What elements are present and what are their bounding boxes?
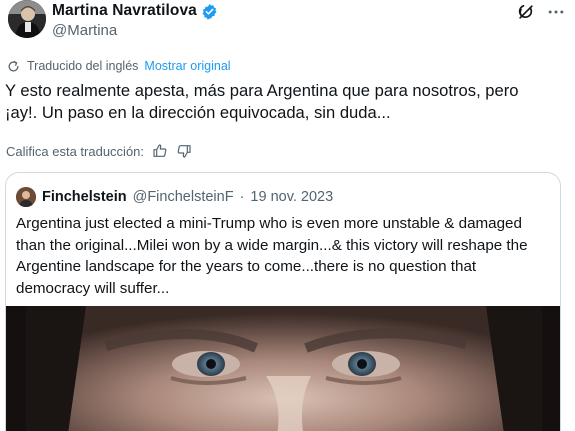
more-options-icon[interactable] xyxy=(546,2,566,22)
tweet-view: Martina Navratilova @Martina Traducido d… xyxy=(0,0,575,431)
quoted-display-name: Finchelstein xyxy=(42,189,127,205)
tweet-text-line: Y esto realmente apesta, más para Argent… xyxy=(5,81,519,100)
tweet-text-line: ¡ay!. Un paso en la dirección equivocada… xyxy=(5,103,391,122)
translate-icon xyxy=(6,59,21,74)
thumbs-up-icon[interactable] xyxy=(152,143,168,159)
quoted-date: 19 nov. 2023 xyxy=(250,189,334,205)
rate-translation-label: Califica esta traducción: xyxy=(6,143,145,159)
show-original-link[interactable]: Mostrar original xyxy=(144,59,230,73)
translated-from-label: Traducido del inglés xyxy=(27,59,139,73)
quoted-handle: @FinchelsteinF xyxy=(132,189,234,205)
rate-translation: Califica esta traducción: xyxy=(6,142,192,160)
grok-icon[interactable] xyxy=(516,2,536,22)
quoted-tweet-text: Argentina just elected a mini-Trump who … xyxy=(16,213,552,299)
tweet-header: Martina Navratilova @Martina xyxy=(8,0,567,46)
author-display-name[interactable]: Martina Navratilova xyxy=(52,2,197,20)
avatar[interactable] xyxy=(8,0,46,38)
verified-badge-icon xyxy=(201,3,218,20)
tweet-text: Y esto realmente apesta, más para Argent… xyxy=(5,80,565,124)
quoted-text-line: than the original...Milei won by a wide … xyxy=(16,236,528,254)
quoted-separator: · xyxy=(239,189,245,205)
quoted-avatar xyxy=(16,187,36,207)
quoted-text-line: democracy will suffer... xyxy=(16,279,170,297)
author-handle[interactable]: @Martina xyxy=(52,22,117,39)
author-name-row: Martina Navratilova xyxy=(52,2,218,20)
quoted-text-line: Argentina just elected a mini-Trump who … xyxy=(16,215,522,232)
quoted-tweet-image[interactable] xyxy=(6,306,560,431)
thumbs-down-icon[interactable] xyxy=(176,143,192,159)
quoted-tweet-header: Finchelstein @FinchelsteinF · 19 nov. 20… xyxy=(16,187,333,207)
translation-notice: Traducido del inglés Mostrar original xyxy=(6,57,231,75)
quoted-text-line: Argentine landscape for the years to com… xyxy=(16,258,477,275)
quoted-tweet-card[interactable]: Finchelstein @FinchelsteinF · 19 nov. 20… xyxy=(5,172,561,431)
